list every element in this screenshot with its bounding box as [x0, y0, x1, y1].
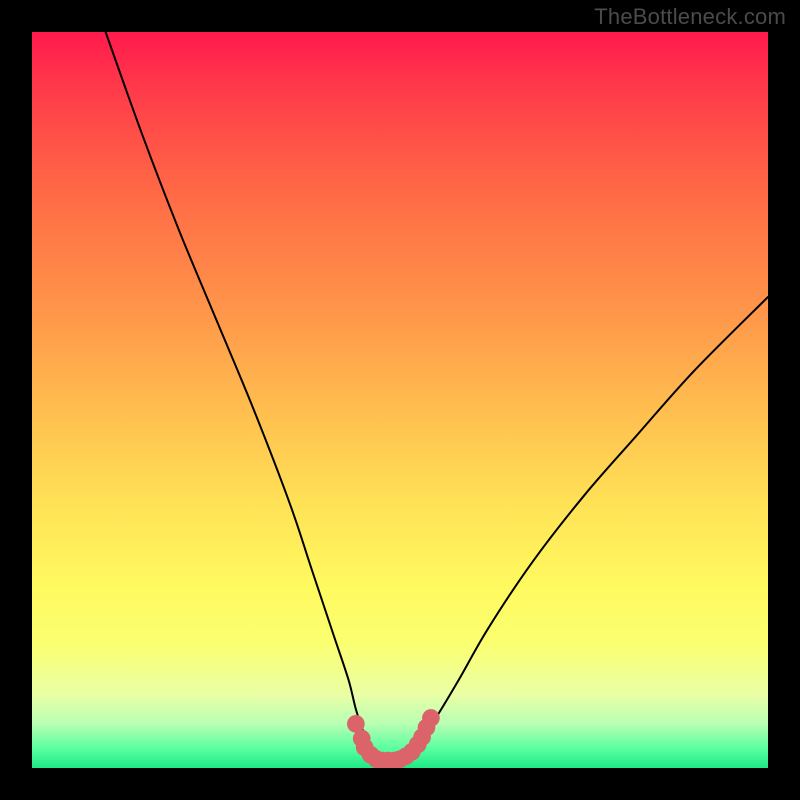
curve-marker-dot [422, 709, 440, 727]
bottleneck-curve [106, 32, 768, 761]
curve-markers [347, 709, 440, 768]
plot-area [32, 32, 768, 768]
chart-frame: TheBottleneck.com [0, 0, 800, 800]
watermark-label: TheBottleneck.com [594, 4, 786, 30]
curve-svg [32, 32, 768, 768]
curve-group [106, 32, 768, 768]
